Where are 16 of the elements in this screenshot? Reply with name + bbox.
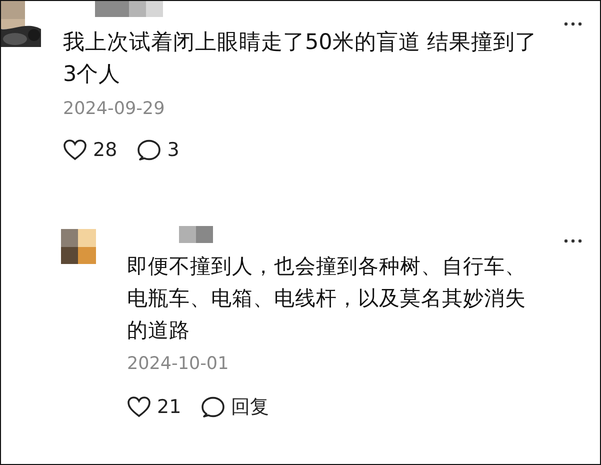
comment-text: 即便不撞到人，也会撞到各种树、自行车、电瓶车、电箱、电线杆，以及莫名其妙消失的道路 [127, 253, 527, 344]
heart-icon[interactable] [63, 139, 87, 161]
comment-count: 3 [167, 139, 180, 161]
heart-icon[interactable] [127, 396, 151, 418]
mosaic-icon [179, 226, 213, 243]
comment-date: 2024-09-29 [63, 99, 166, 119]
like-count: 21 [157, 396, 182, 418]
mosaic-icon [95, 1, 163, 17]
more-icon[interactable] [564, 239, 582, 243]
comment-icon[interactable] [137, 139, 162, 161]
reply-link[interactable]: 回复 [231, 394, 270, 420]
like-count: 28 [93, 139, 118, 161]
comment-icon[interactable] [201, 396, 226, 418]
more-icon[interactable] [564, 22, 582, 26]
comment-date: 2024-10-01 [127, 354, 230, 374]
comment-text: 我上次试着闭上眼睛走了50米的盲道 结果撞到了3个人 [63, 29, 538, 89]
